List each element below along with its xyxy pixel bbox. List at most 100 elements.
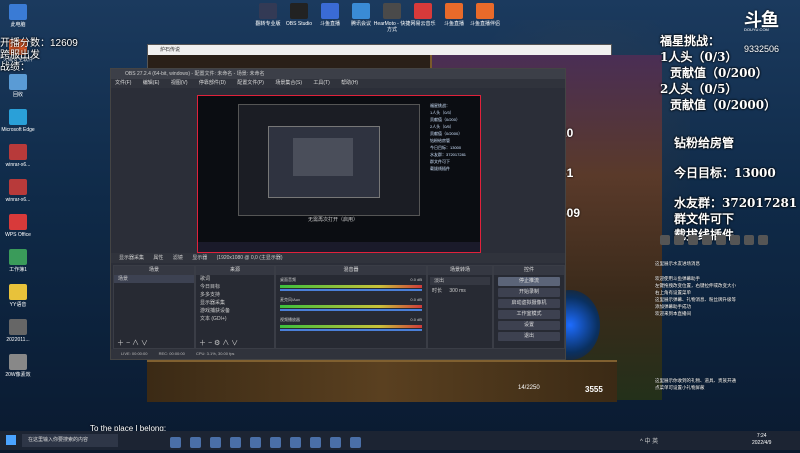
status-cpu: CPU: 3.1%, 30.00 fps	[195, 351, 235, 356]
audio-meter	[280, 285, 422, 288]
explorer-icon[interactable]	[210, 437, 221, 448]
chat-tool-icon[interactable]	[744, 235, 754, 245]
source-item[interactable]: 显示器采集	[196, 299, 274, 307]
menu-profile[interactable]: 配置文件(P)	[237, 80, 264, 86]
obs-preview[interactable]: 福星挑战： 1人头（0/3） 贡献值（0/200） 2人头（0/5） 贡献值（0…	[197, 95, 481, 253]
studio-mode-button[interactable]: 工作室模式	[498, 310, 560, 319]
douyu-logo-sub: DOUYU.COM	[744, 27, 769, 32]
danmaku-chat-panel[interactable]: 这里展示水友进场消息 欢迎使用斗鱼弹幕助手 左键拖拽改变位置，右键拉伸或改变大小…	[653, 260, 800, 430]
desktop-icon[interactable]: 20W像素效	[0, 354, 38, 378]
stop-streaming-button[interactable]: 停止推流	[498, 277, 560, 286]
app-icon	[9, 249, 27, 265]
chat-tool-icon[interactable]	[674, 235, 684, 245]
music-icon[interactable]	[290, 437, 301, 448]
source-item[interactable]: 今日目标	[196, 283, 274, 291]
overlay-right-line: 水友群：372017281	[674, 196, 798, 210]
audio-meter	[280, 325, 422, 328]
chat-tool-icon[interactable]	[702, 235, 712, 245]
app-icon	[445, 3, 463, 19]
obs-window[interactable]: OBS 27.2.4 (64-bit, windows) - 配置文件: 未命名…	[110, 68, 566, 360]
desktop-icon[interactable]: 斗鱼直播伴侣	[465, 3, 505, 27]
menu-edit[interactable]: 编辑(E)	[143, 80, 160, 86]
scenes-toolbar[interactable]: ＋ − ∧ ∨	[114, 339, 197, 348]
app-icon[interactable]	[350, 437, 361, 448]
duration-input[interactable]: 300 ms	[449, 288, 465, 294]
preview-side-line: 贡献值（0/200）	[430, 117, 461, 122]
properties-button[interactable]: 属性	[153, 255, 163, 261]
status-rec: REC: 00:00:00	[158, 351, 185, 356]
store-icon[interactable]	[230, 437, 241, 448]
source-item[interactable]: 文本 (GDI+)	[196, 315, 274, 323]
task-view-icon[interactable]	[170, 437, 181, 448]
desktop-icon[interactable]: WPS Office	[0, 214, 38, 238]
obs-title: OBS 27.2.4 (64-bit, windows) - 配置文件: 未命名…	[111, 69, 565, 79]
chat-icon[interactable]	[330, 437, 341, 448]
display-select[interactable]: (1920x1080 @ 0,0 (主显示器)	[217, 255, 283, 261]
desktop-icon[interactable]: 回收	[0, 74, 38, 98]
obs-icon[interactable]	[250, 437, 261, 448]
clock-time: 7:24	[756, 433, 767, 439]
desktop-icon[interactable]: Microsoft Edge	[0, 109, 38, 133]
chat-line: 点菜单可设置小礼物屏蔽	[655, 385, 705, 390]
exit-button[interactable]: 退出	[498, 332, 560, 341]
overlay-left-line: 战绩：	[0, 62, 30, 73]
menu-dock[interactable]: 停靠部件(D)	[199, 80, 226, 86]
source-item[interactable]: 歌词	[196, 275, 274, 283]
taskbar: 在这里输入你要搜索的内容 ^ 中 英 7:24 2022/4/9	[0, 431, 800, 450]
volume-slider[interactable]	[280, 309, 422, 311]
start-recording-button[interactable]: 开始录制	[498, 288, 560, 297]
game-icon[interactable]	[310, 437, 321, 448]
scene-item[interactable]: 场景	[114, 275, 194, 283]
chat-tool-icon[interactable]	[730, 235, 740, 245]
duration-label: 时长	[432, 288, 443, 294]
filters-button[interactable]: 滤镜	[173, 255, 183, 261]
game-mana: 14/2250	[518, 385, 540, 391]
desktop-icon[interactable]: 此电脑	[0, 4, 38, 28]
desktop-icon[interactable]: 2022011...	[0, 319, 38, 343]
chat-line: 右上角有设置菜单	[655, 290, 691, 295]
preview-nested-3	[293, 138, 353, 176]
desktop-icon[interactable]: winrar-x6...	[0, 179, 38, 203]
app-icon	[414, 3, 432, 19]
chat-tool-icon[interactable]	[758, 235, 768, 245]
desktop-icon[interactable]: YY语音	[0, 284, 38, 308]
menu-file[interactable]: 文件(F)	[115, 80, 131, 86]
douyu-icon[interactable]	[270, 437, 281, 448]
overlay-right-line: 1人头（0/3）	[660, 50, 738, 64]
mixer-channel[interactable]: 桌面音频 0.0 dB	[276, 275, 426, 295]
sources-toolbar[interactable]: ＋ − ⚙ ∧ ∨	[196, 339, 277, 348]
volume-slider[interactable]	[280, 289, 422, 291]
chat-line: 这里展示你收到的礼物、道具、贵族开通	[655, 378, 736, 383]
windows-start-icon[interactable]	[6, 435, 16, 445]
game-bottom-bar	[147, 360, 617, 402]
desktop-icon-label: winrar-x6...	[5, 162, 31, 168]
audio-meter	[280, 305, 422, 308]
transition-select[interactable]: 淡出	[430, 277, 490, 285]
app-icon	[383, 3, 401, 19]
obs-status-bar: LIVE: 00:00:00 REC: 00:00:00 CPU: 3.1%, …	[111, 349, 565, 359]
source-item[interactable]: 游戏捕获设备	[196, 307, 274, 315]
chat-line: 欢迎来到本直播间	[655, 311, 691, 316]
edge-icon[interactable]	[190, 437, 201, 448]
menu-view[interactable]: 视图(V)	[171, 80, 188, 86]
system-tray[interactable]: ^ 中 英	[640, 436, 658, 445]
app-icon	[9, 144, 27, 160]
chat-tool-icon[interactable]	[660, 235, 670, 245]
volume-slider[interactable]	[280, 329, 422, 331]
taskbar-clock[interactable]: 7:24 2022/4/9	[752, 433, 771, 447]
taskbar-search-input[interactable]: 在这里输入你要搜索的内容	[22, 434, 118, 447]
settings-button[interactable]: 设置	[498, 321, 560, 330]
chat-line: 这里展示弹幕、礼物消息、粉丝牌升级等	[655, 297, 736, 302]
virtual-camera-button[interactable]: 启动虚拟摄像机	[498, 299, 560, 308]
menu-scene-collection[interactable]: 场景集合(S)	[275, 80, 302, 86]
desktop-icon[interactable]: winrar-x6...	[0, 144, 38, 168]
menu-help[interactable]: 帮助(H)	[341, 80, 358, 86]
stream-stats-overlay: 开播分数：12609 跨服出发 战绩：	[0, 38, 78, 74]
mixer-channel[interactable]: 视频播放器 0.0 dB	[276, 315, 426, 335]
chat-tool-icon[interactable]	[688, 235, 698, 245]
source-item[interactable]: 多多支持	[196, 291, 274, 299]
menu-tools[interactable]: 工具(T)	[313, 80, 329, 86]
desktop-icon[interactable]: 工作簿1	[0, 249, 38, 273]
chat-tool-icon[interactable]	[716, 235, 726, 245]
mixer-channel[interactable]: 麦克风/Aux 0.0 dB	[276, 295, 426, 315]
